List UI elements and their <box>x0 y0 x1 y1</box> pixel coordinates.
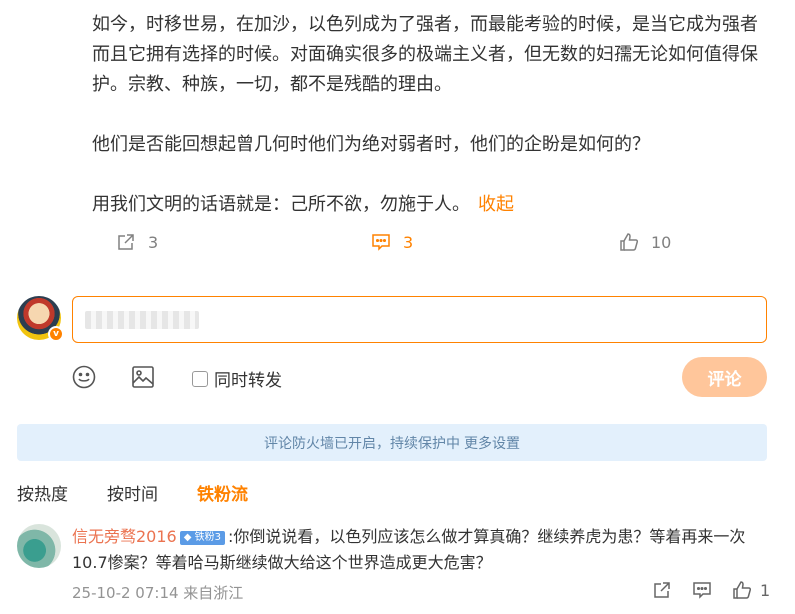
repost-label: 同时转发 <box>214 371 282 391</box>
share-icon <box>654 582 670 598</box>
collapse-link[interactable]: 收起 <box>478 194 514 215</box>
post-paragraph-3-text: 用我们文明的话语就是：己所不欲，勿施于人。 <box>92 194 470 215</box>
emoji-icon[interactable] <box>71 364 97 390</box>
share-button[interactable]: 3 <box>116 232 158 252</box>
share-count: 3 <box>148 232 159 252</box>
comment-action-bar: 1 <box>0 580 795 602</box>
checkbox-box <box>192 370 208 387</box>
tab-sort-by-time[interactable]: 按时间 <box>107 480 158 505</box>
comment-input[interactable] <box>72 296 767 343</box>
comment-share-button[interactable] <box>652 580 672 600</box>
firewall-notice: 评论防火墙已开启，持续保护中 更多设置 <box>17 424 767 461</box>
comment-body: 信无旁骛2016 ◆ 铁粉3:你倒说说看，以色列应该怎么做才算真确？继续养虎为患？… <box>72 524 767 576</box>
fan-level-text: 铁粉3 <box>194 532 221 543</box>
more-settings-link[interactable]: 更多设置 <box>464 433 520 453</box>
like-count: 10 <box>651 232 672 252</box>
post-paragraph-3: 用我们文明的话语就是：己所不欲，勿施于人。 收起 <box>92 190 772 220</box>
share-icon <box>118 234 134 250</box>
commenter-name[interactable]: 信无旁骛2016 <box>72 527 177 546</box>
comment-like-count: 1 <box>760 580 771 600</box>
thumbs-up-icon <box>733 581 752 599</box>
image-icon[interactable] <box>130 364 156 390</box>
current-user-avatar[interactable]: v <box>17 296 64 342</box>
post-body: 如今，时移世易，在加沙，以色列成为了强者，而最能考验的时候，是当它成为强者而且它… <box>92 10 772 220</box>
fan-level-badge: ◆ 铁粉3 <box>179 531 225 545</box>
post-paragraph-1: 如今，时移世易，在加沙，以色列成为了强者，而最能考验的时候，是当它成为强者而且它… <box>92 14 758 95</box>
comment-icon <box>693 582 711 599</box>
submit-comment-button[interactable]: 评论 <box>682 357 767 397</box>
like-button[interactable]: 10 <box>619 232 671 252</box>
comment-button[interactable]: 3 <box>371 232 413 252</box>
blurred-input-text <box>85 311 199 329</box>
commenter-avatar[interactable] <box>17 524 61 568</box>
comment-icon <box>372 234 390 251</box>
composer-toolbar: 同时转发 评论 <box>0 357 795 397</box>
thumbs-up-icon <box>620 233 639 251</box>
post-paragraph-2: 他们是否能回想起曾几何时他们为绝对弱者时，他们的企盼是如何的？ <box>92 134 650 155</box>
comment-reply-button[interactable] <box>692 580 712 600</box>
repost-checkbox[interactable]: 同时转发 <box>192 366 282 391</box>
comment-like-button[interactable]: 1 <box>732 580 770 600</box>
tab-iron-fans[interactable]: 铁粉流 <box>197 480 248 505</box>
comment-count: 3 <box>403 232 414 252</box>
tab-sort-by-hot[interactable]: 按热度 <box>17 480 68 505</box>
firewall-text: 评论防火墙已开启，持续保护中 <box>264 435 460 452</box>
verified-badge-icon: v <box>48 326 64 342</box>
post-action-bar: 3 3 10 <box>0 232 795 258</box>
